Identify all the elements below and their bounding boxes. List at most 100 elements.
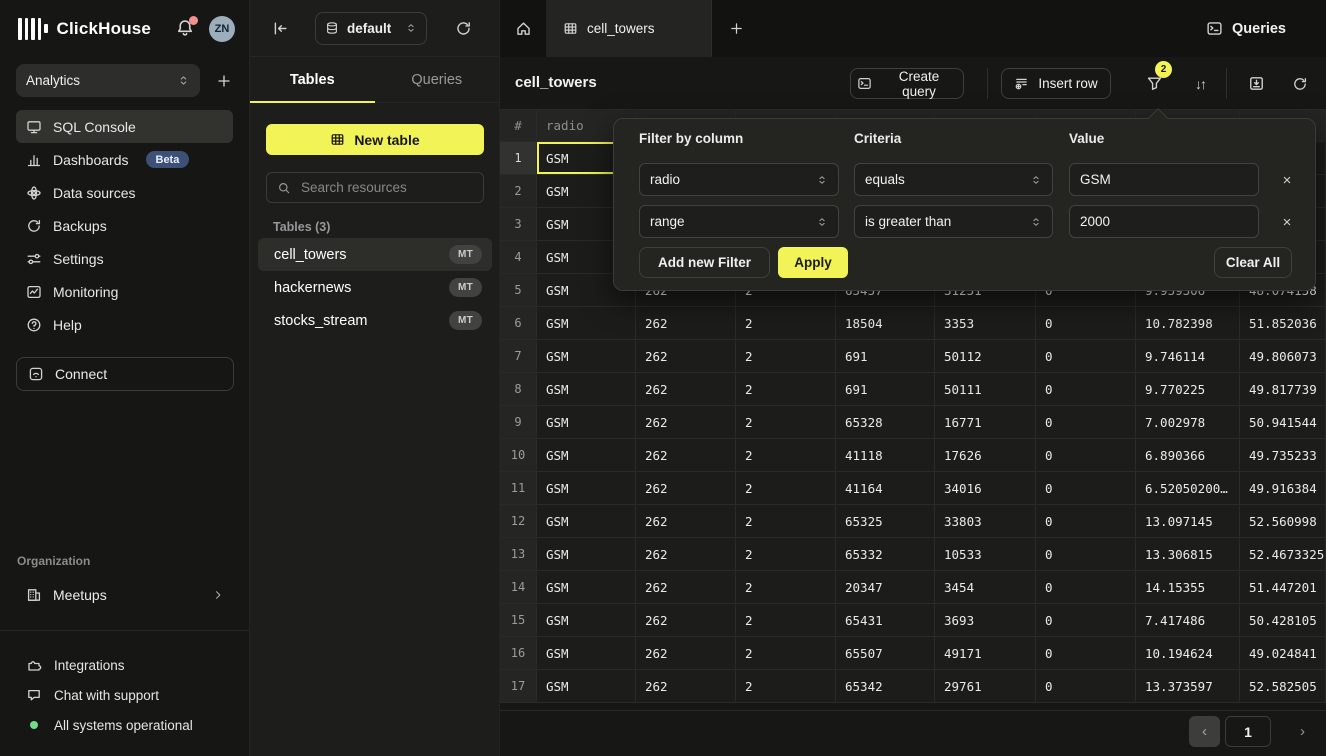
table-cell[interactable]: 2 [736,670,836,703]
table-cell[interactable]: 10.194624 [1136,637,1240,670]
table-cell[interactable]: 50112 [935,340,1036,373]
table-cell[interactable]: 13.097145 [1136,505,1240,538]
table-cell[interactable]: 20347 [836,571,935,604]
table-cell[interactable]: 262 [636,571,736,604]
home-tab[interactable] [500,0,547,57]
table-cell[interactable]: 262 [636,340,736,373]
pagination-next-button[interactable]: › [1287,716,1318,747]
table-cell[interactable]: 7.417486 [1136,604,1240,637]
table-cell[interactable]: 262 [636,472,736,505]
apply-filters-button[interactable]: Apply [778,247,848,278]
table-list-item-hackernews[interactable]: hackernewsMT [258,271,492,304]
table-cell[interactable]: 33803 [935,505,1036,538]
table-cell[interactable]: 34016 [935,472,1036,505]
pagination-prev-button[interactable]: ‹ [1189,716,1220,747]
search-resources-input[interactable] [299,179,473,196]
table-cell[interactable]: 3693 [935,604,1036,637]
table-cell[interactable]: 14.15355 [1136,571,1240,604]
table-cell[interactable]: 3454 [935,571,1036,604]
table-cell[interactable]: 2 [736,373,836,406]
filter-column-select[interactable]: range [639,205,839,238]
filter-value-input[interactable]: 2000 [1069,205,1259,238]
table-cell[interactable]: 0 [1036,472,1136,505]
table-cell[interactable]: 17626 [935,439,1036,472]
insert-row-button[interactable]: Insert row [1001,68,1111,99]
table-cell[interactable]: 2 [736,571,836,604]
table-cell[interactable]: 52.4673325 [1240,538,1326,571]
table-cell[interactable]: GSM [537,604,636,637]
tab-queries[interactable]: Queries [375,57,500,102]
table-cell[interactable]: 0 [1036,571,1136,604]
tab-cell-towers[interactable]: cell_towers [547,0,712,57]
table-cell[interactable]: 0 [1036,340,1136,373]
table-cell[interactable]: 262 [636,604,736,637]
add-workspace-button[interactable] [216,73,232,89]
table-list-item-cell_towers[interactable]: cell_towersMT [258,238,492,271]
table-cell[interactable]: 65431 [836,604,935,637]
new-table-button[interactable]: New table [266,124,484,155]
table-cell[interactable]: 49171 [935,637,1036,670]
table-cell[interactable]: 50111 [935,373,1036,406]
refresh-tables-icon[interactable] [455,20,472,37]
table-cell[interactable]: GSM [537,406,636,439]
table-cell[interactable]: 41164 [836,472,935,505]
table-cell[interactable]: 262 [636,637,736,670]
table-cell[interactable]: 0 [1036,637,1136,670]
table-cell[interactable]: 49.916384 [1240,472,1326,505]
table-cell[interactable]: GSM [537,439,636,472]
sidebar-item-sql-console[interactable]: SQL Console [16,110,233,143]
table-cell[interactable]: 51.852036 [1240,307,1326,340]
sidebar-item-backups[interactable]: Backups [16,209,233,242]
table-cell[interactable]: GSM [537,373,636,406]
collapse-panel-icon[interactable] [272,20,289,37]
table-cell[interactable]: GSM [537,505,636,538]
clear-filters-button[interactable]: Clear All [1214,247,1292,278]
table-cell[interactable]: 2 [736,340,836,373]
table-cell[interactable]: 65332 [836,538,935,571]
table-cell[interactable]: 262 [636,538,736,571]
sidebar-item-chat-with-support[interactable]: Chat with support [16,680,233,710]
table-cell[interactable]: 262 [636,505,736,538]
sidebar-item-all-systems-operational[interactable]: All systems operational [16,710,233,740]
table-cell[interactable]: 52.582505 [1240,670,1326,703]
tab-tables[interactable]: Tables [250,57,375,102]
table-cell[interactable]: 2 [736,439,836,472]
table-cell[interactable]: 7.002978 [1136,406,1240,439]
sidebar-item-data-sources[interactable]: Data sources [16,176,233,209]
table-cell[interactable]: 3353 [935,307,1036,340]
table-cell[interactable]: 0 [1036,538,1136,571]
sidebar-item-monitoring[interactable]: Monitoring [16,275,233,308]
table-cell[interactable]: 0 [1036,439,1136,472]
table-cell[interactable]: 6.890366 [1136,439,1240,472]
table-cell[interactable]: 49.024841 [1240,637,1326,670]
table-cell[interactable]: 9.770225 [1136,373,1240,406]
filter-column-select[interactable]: radio [639,163,839,196]
table-cell[interactable]: 6.52050200… [1136,472,1240,505]
table-cell[interactable]: 0 [1036,604,1136,637]
table-cell[interactable]: 10.782398 [1136,307,1240,340]
table-cell[interactable]: 65507 [836,637,935,670]
table-cell[interactable]: 691 [836,373,935,406]
table-cell[interactable]: 50.941544 [1240,406,1326,439]
table-list-item-stocks_stream[interactable]: stocks_streamMT [258,304,492,337]
remove-filter-button[interactable]: × [1276,169,1298,191]
remove-filter-button[interactable]: × [1276,211,1298,233]
notifications-bell-icon[interactable] [175,18,197,40]
avatar[interactable]: ZN [209,16,235,42]
table-cell[interactable]: GSM [537,538,636,571]
table-cell[interactable]: 29761 [935,670,1036,703]
table-cell[interactable]: 262 [636,439,736,472]
table-cell[interactable]: 9.746114 [1136,340,1240,373]
new-tab-button[interactable] [712,0,760,57]
table-cell[interactable]: 41118 [836,439,935,472]
create-query-button[interactable]: Create query [850,68,964,99]
table-cell[interactable]: 13.373597 [1136,670,1240,703]
table-cell[interactable]: 262 [636,307,736,340]
table-cell[interactable]: GSM [537,571,636,604]
table-cell[interactable]: 2 [736,604,836,637]
table-cell[interactable]: 262 [636,670,736,703]
filter-value-input[interactable]: GSM [1069,163,1259,196]
download-button[interactable] [1240,68,1272,99]
table-cell[interactable]: 0 [1036,406,1136,439]
database-select[interactable]: default [315,12,427,45]
